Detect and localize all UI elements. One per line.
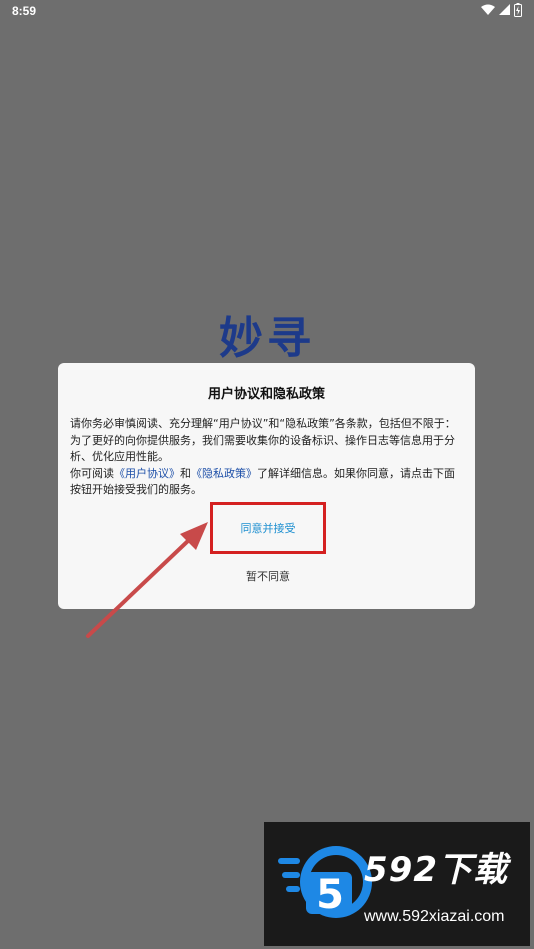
user-agreement-link[interactable]: 《用户协议》: [114, 467, 180, 480]
dialog-body: 请你务必审慎阅读、充分理解“用户协议”和“隐私政策”各条款，包括但不限于：为了更…: [70, 416, 463, 499]
app-logo: 妙寻: [219, 313, 315, 364]
signal-icon: [499, 4, 510, 15]
privacy-policy-link[interactable]: 《隐私政策》: [191, 467, 257, 480]
logo-digit: 5: [316, 872, 344, 918]
dialog-paragraph-2: 你可阅读《用户协议》和《隐私政策》了解详细信息。如果你同意，请点击下面按钮开始接…: [70, 466, 463, 499]
status-icons: [481, 3, 522, 17]
paragraph-2-prefix: 你可阅读: [70, 466, 114, 480]
wifi-icon: [481, 4, 495, 15]
privacy-dialog: 用户协议和隐私政策 请你务必审慎阅读、充分理解“用户协议”和“隐私政策”各条款，…: [58, 363, 475, 609]
dialog-paragraph-1: 请你务必审慎阅读、充分理解“用户协议”和“隐私政策”各条款，包括但不限于：为了更…: [70, 417, 456, 463]
paragraph-2-and: 和: [180, 466, 191, 480]
watermark-url: www.592xiazai.com: [364, 908, 505, 925]
highlight-box: [210, 502, 326, 554]
watermark: 5 592下载 www.592xiazai.com: [264, 822, 530, 946]
status-time: 8:59: [12, 4, 37, 18]
battery-icon: [514, 3, 522, 17]
status-bar: 8:59: [0, 0, 534, 24]
decline-button[interactable]: 暂不同意: [210, 565, 326, 589]
dialog-title: 用户协议和隐私政策: [207, 387, 325, 402]
watermark-title: 592下载: [364, 850, 508, 890]
download-site-logo: 5: [278, 846, 372, 918]
